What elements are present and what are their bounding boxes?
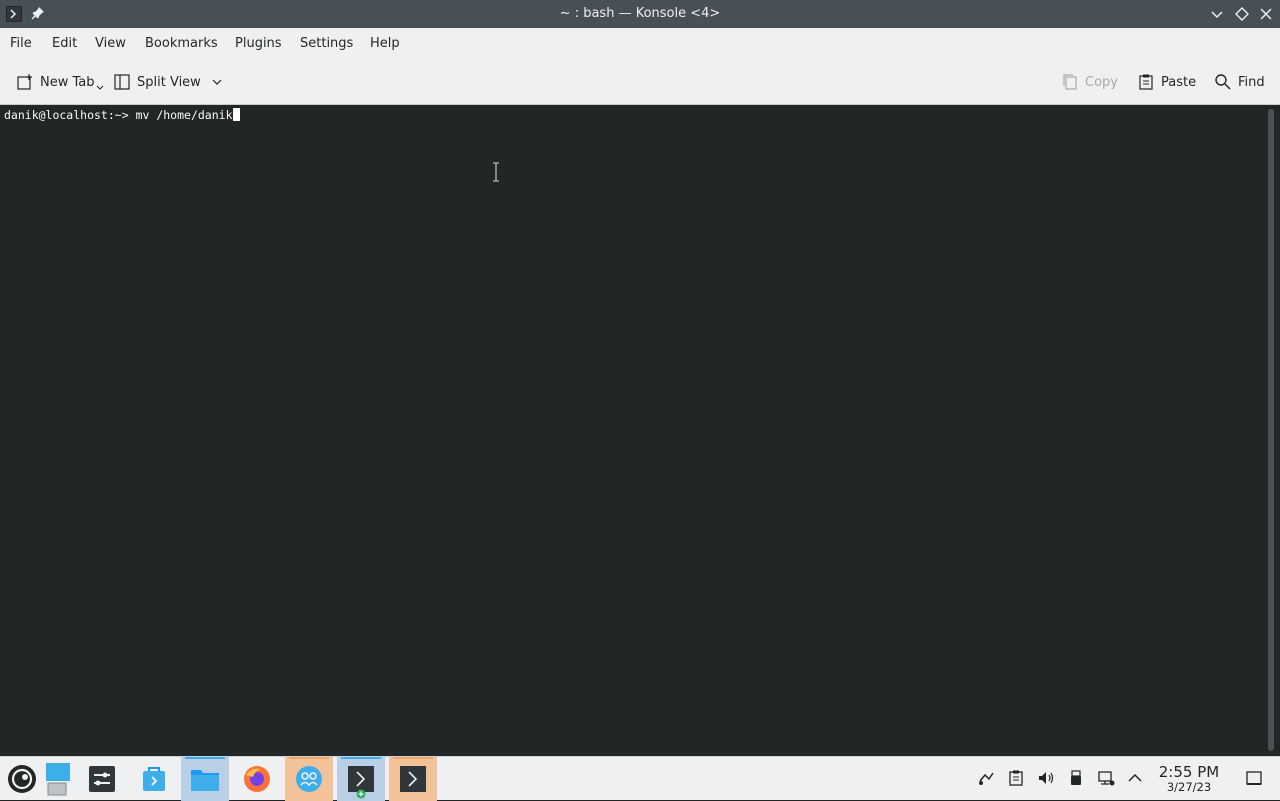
device-notifier-icon[interactable]	[1067, 769, 1085, 787]
new-tab-icon	[17, 74, 32, 90]
command-line: danik@localhost:~> mv /home/danik	[4, 107, 240, 123]
active-indicator	[341, 757, 381, 759]
find-label: Find	[1238, 74, 1265, 90]
dropdown-arrow-icon	[96, 85, 103, 90]
task-indicator	[289, 757, 329, 759]
window-titlebar: ~ : bash — Konsole <4>	[0, 0, 1280, 28]
menu-edit[interactable]: Edit	[52, 28, 77, 60]
copy-icon	[1063, 74, 1077, 90]
menu-bookmarks[interactable]: Bookmarks	[145, 28, 218, 60]
window-title: ~ : bash — Konsole <4>	[559, 6, 721, 21]
chevron-up-icon[interactable]	[1126, 769, 1144, 787]
menu-bar: File Edit View Bookmarks Plugins Setting…	[0, 28, 1280, 60]
copy-button[interactable]: Copy	[1061, 70, 1118, 94]
main-toolbar: New Tab Split View Copy Paste Find	[0, 60, 1280, 105]
taskbar	[0, 756, 1280, 801]
terminal-scrollbar[interactable]	[1268, 109, 1274, 751]
shell-prompt: danik@localhost:~>	[4, 108, 136, 122]
network-icon[interactable]	[1097, 769, 1115, 787]
paste-label: Paste	[1161, 74, 1197, 90]
notification-badge-icon	[356, 789, 366, 799]
task-indicator	[393, 757, 433, 759]
split-view-icon	[114, 74, 130, 90]
desktop-pager[interactable]	[42, 757, 72, 801]
volume-icon[interactable]	[1037, 769, 1055, 787]
find-button[interactable]: Find	[1214, 70, 1265, 94]
search-icon	[1215, 74, 1231, 90]
opensuse-logo-icon	[8, 765, 36, 793]
kde-connect-tray-icon[interactable]	[977, 769, 995, 787]
menu-plugins[interactable]: Plugins	[235, 28, 282, 60]
taskbar-kde-connect[interactable]	[285, 757, 333, 801]
taskbar-discover[interactable]	[130, 757, 178, 801]
taskbar-konsole[interactable]	[389, 757, 437, 801]
menu-help[interactable]: Help	[370, 28, 400, 60]
show-desktop-icon[interactable]	[1245, 769, 1263, 787]
pager-icon	[46, 763, 70, 796]
folder-icon	[191, 770, 219, 791]
active-indicator	[185, 757, 225, 759]
maximize-button[interactable]	[1234, 6, 1250, 22]
clipboard-icon[interactable]	[1007, 769, 1025, 787]
taskbar-system-settings[interactable]	[78, 757, 126, 801]
start-menu-button[interactable]	[0, 757, 44, 801]
split-view-label: Split View	[137, 74, 201, 90]
taskbar-firefox[interactable]	[233, 757, 281, 801]
minimize-button[interactable]	[1209, 6, 1225, 22]
command-text: mv /home/danik	[135, 108, 233, 122]
new-tab-button[interactable]: New Tab	[16, 70, 104, 94]
text-cursor	[232, 108, 240, 121]
copy-label: Copy	[1085, 74, 1118, 90]
clock-date[interactable]: 3/27/23	[1152, 780, 1226, 794]
kde-connect-icon	[296, 766, 322, 792]
terminal-view[interactable]: danik@localhost:~> mv /home/danik	[0, 105, 1280, 756]
split-view-button[interactable]: Split View	[113, 70, 223, 94]
menu-view[interactable]: View	[95, 28, 126, 60]
menu-settings[interactable]: Settings	[300, 28, 353, 60]
taskbar-konsole-active[interactable]	[337, 757, 385, 801]
menu-file[interactable]: File	[10, 28, 32, 60]
clock-time[interactable]: 2:55 PM	[1152, 763, 1226, 781]
konsole-icon	[400, 766, 426, 792]
ibeam-cursor-icon	[493, 162, 499, 182]
close-button[interactable]	[1258, 6, 1274, 22]
discover-icon	[143, 767, 165, 791]
system-settings-icon	[89, 766, 115, 792]
firefox-icon	[244, 766, 270, 792]
chevron-down-icon[interactable]	[211, 76, 223, 88]
new-tab-label: New Tab	[40, 74, 95, 90]
taskbar-file-manager[interactable]	[181, 757, 229, 801]
paste-button[interactable]: Paste	[1137, 70, 1196, 94]
paste-icon	[1139, 74, 1153, 90]
